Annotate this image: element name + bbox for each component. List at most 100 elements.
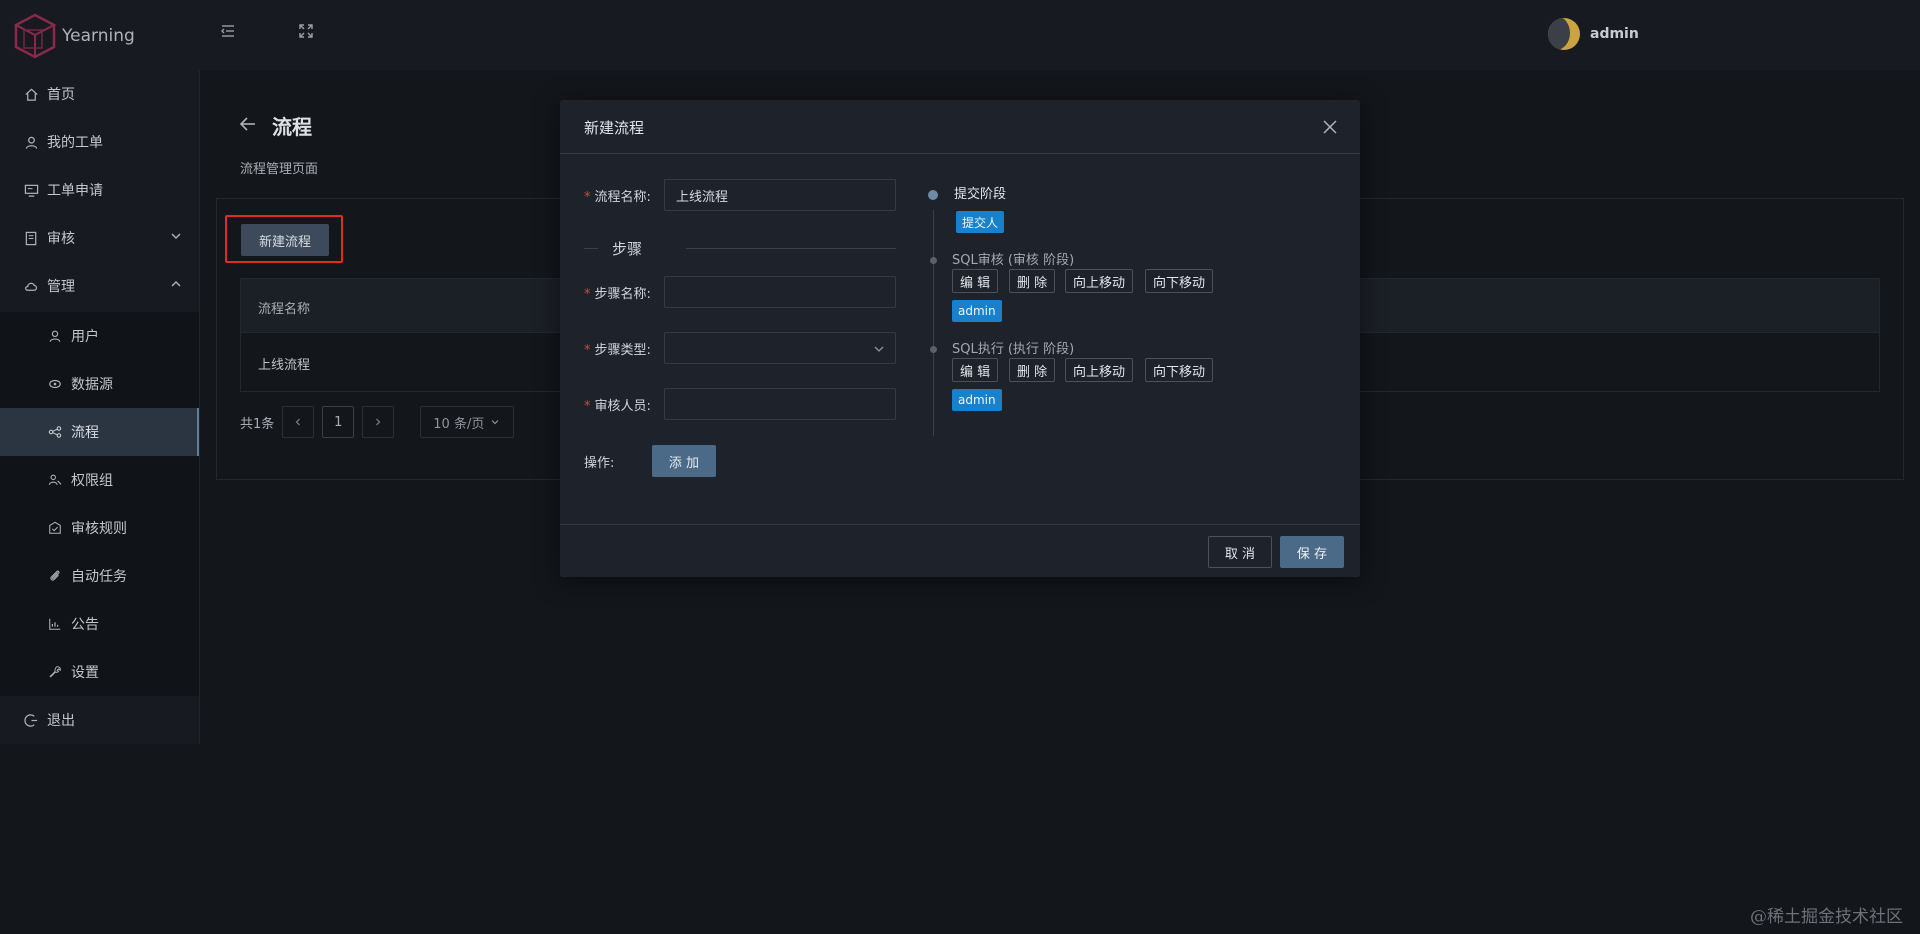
reviewer-tag: admin [952,300,1002,322]
sidebar-item-audit[interactable]: 审核 [0,214,200,262]
avatar [1548,18,1580,50]
timeline-line [933,210,934,436]
new-flow-button[interactable]: 新建流程 [241,224,329,256]
sidebar-item-label: 首页 [47,87,75,103]
sidebar-item-label: 数据源 [71,377,113,393]
next-page-button[interactable] [362,406,395,438]
sidebar-item-label: 审核规则 [71,521,127,537]
sidebar-item-settings[interactable]: 设置 [0,648,200,696]
page-title: 流程 [272,115,312,139]
menu-toggle-icon[interactable] [219,22,237,40]
sidebar-item-order-apply[interactable]: 工单申请 [0,166,200,214]
sidebar-item-manage[interactable]: 管理 [0,262,200,310]
modal-footer-divider [560,524,1360,525]
flow-name-input[interactable]: 上线流程 [664,179,896,211]
delete-step-button[interactable]: 删 除 [1009,269,1056,293]
move-up-button[interactable]: 向上移动 [1065,358,1134,382]
sidebar-item-label: 权限组 [71,473,113,489]
wrench-icon [47,664,63,680]
column-header-flow-name: 流程名称 [258,302,311,317]
save-button[interactable]: 保 存 [1280,536,1344,568]
back-arrow-icon[interactable] [238,114,258,134]
page-size-value: 10 条/页 [433,416,485,432]
step-name-input[interactable] [664,276,896,308]
move-down-button[interactable]: 向下移动 [1145,269,1214,293]
page-size-select[interactable]: 10 条/页 [420,406,515,438]
sidebar-item-label: 设置 [71,665,99,681]
sidebar-item-notice[interactable]: 公告 [0,600,200,648]
prev-page-button[interactable] [282,406,315,438]
move-up-button[interactable]: 向上移动 [1065,269,1134,293]
rule-icon [47,520,63,536]
chevron-down-icon [491,420,499,425]
chevron-down-icon [873,343,885,355]
watermark: @稀土掘金技术社区 [1750,907,1903,927]
sidebar-item-flow[interactable]: 流程 [0,408,200,456]
sidebar-item-my-orders[interactable]: 我的工单 [0,118,200,166]
chart-icon [47,616,63,632]
sidebar-item-datasource[interactable]: 数据源 [0,360,200,408]
page-subtitle: 流程管理页面 [240,162,319,177]
group-icon [47,472,63,488]
sidebar-item-permission-group[interactable]: 权限组 [0,456,200,504]
cancel-button[interactable]: 取 消 [1208,536,1272,568]
app-logo[interactable]: Yearning [12,12,135,60]
monitor-icon [23,182,39,198]
sidebar-item-label: 工单申请 [47,183,103,199]
sidebar-item-label: 审核 [47,231,75,247]
reviewer-select[interactable] [664,388,896,420]
timeline-step-title: SQL审核 (审核 阶段) [952,253,1075,268]
sidebar-item-label: 我的工单 [47,135,103,151]
timeline-dot [930,346,937,353]
action-label: 操作: [584,456,615,471]
chevron-left-icon [295,418,301,426]
clip-icon [47,568,63,584]
logout-icon [23,712,39,728]
database-icon [47,376,63,392]
executor-tag: admin [952,389,1002,411]
sidebar-item-label: 自动任务 [71,569,127,585]
sidebar-item-label: 管理 [47,279,75,295]
reviewer-label: * 审核人员: [584,399,651,414]
audit-icon [23,230,39,246]
sidebar-item-label: 流程 [71,425,99,441]
edit-step-button[interactable]: 编 辑 [952,358,999,382]
modal-title: 新建流程 [584,119,645,137]
pagination-total: 共1条 [240,416,275,432]
sidebar-item-auto-task[interactable]: 自动任务 [0,552,200,600]
close-icon[interactable] [1322,119,1338,135]
timeline-step-title: SQL执行 (执行 阶段) [952,342,1075,357]
sidebar: 首页 我的工单 工单申请 审核 管理 用户 数据源 流程 权限组 审核规则 自动… [0,70,200,744]
sidebar-item-users[interactable]: 用户 [0,312,200,360]
delete-step-button[interactable]: 删 除 [1009,358,1056,382]
move-down-button[interactable]: 向下移动 [1145,358,1214,382]
sidebar-divider [199,70,200,744]
table-cell-flow-name: 上线流程 [258,358,311,373]
sidebar-item-label: 公告 [71,617,99,633]
user-icon [23,134,39,150]
modal-header: 新建流程 [560,100,1360,154]
fullscreen-icon[interactable] [297,22,315,40]
timeline-step-title: 提交阶段 [954,187,1007,202]
edit-step-button[interactable]: 编 辑 [952,269,999,293]
add-step-button[interactable]: 添 加 [652,445,716,477]
flow-name-label: * 流程名称: [584,190,651,205]
steps-divider: 步骤 [584,238,896,258]
sidebar-item-label: 用户 [71,329,99,345]
submitter-tag: 提交人 [956,211,1005,233]
user-icon [47,328,63,344]
chevron-down-icon [170,230,182,242]
sidebar-item-audit-rules[interactable]: 审核规则 [0,504,200,552]
step-name-label: * 步骤名称: [584,287,651,302]
page-1-button[interactable]: 1 [322,406,355,438]
user-menu[interactable]: admin [1548,18,1639,50]
new-flow-modal: 新建流程 * 流程名称: 上线流程 步骤 * 步骤名称: * 步骤类型: * 审核人员:… [560,100,1360,577]
pagination: 共1条 1 10 条/页 [240,406,515,438]
step-type-select[interactable] [664,332,896,364]
sidebar-item-logout[interactable]: 退出 [0,696,200,744]
flow-icon [47,424,63,440]
steps-divider-label: 步骤 [612,240,643,258]
timeline-dot [928,190,938,200]
app-name: Yearning [62,26,135,46]
sidebar-item-home[interactable]: 首页 [0,70,200,118]
